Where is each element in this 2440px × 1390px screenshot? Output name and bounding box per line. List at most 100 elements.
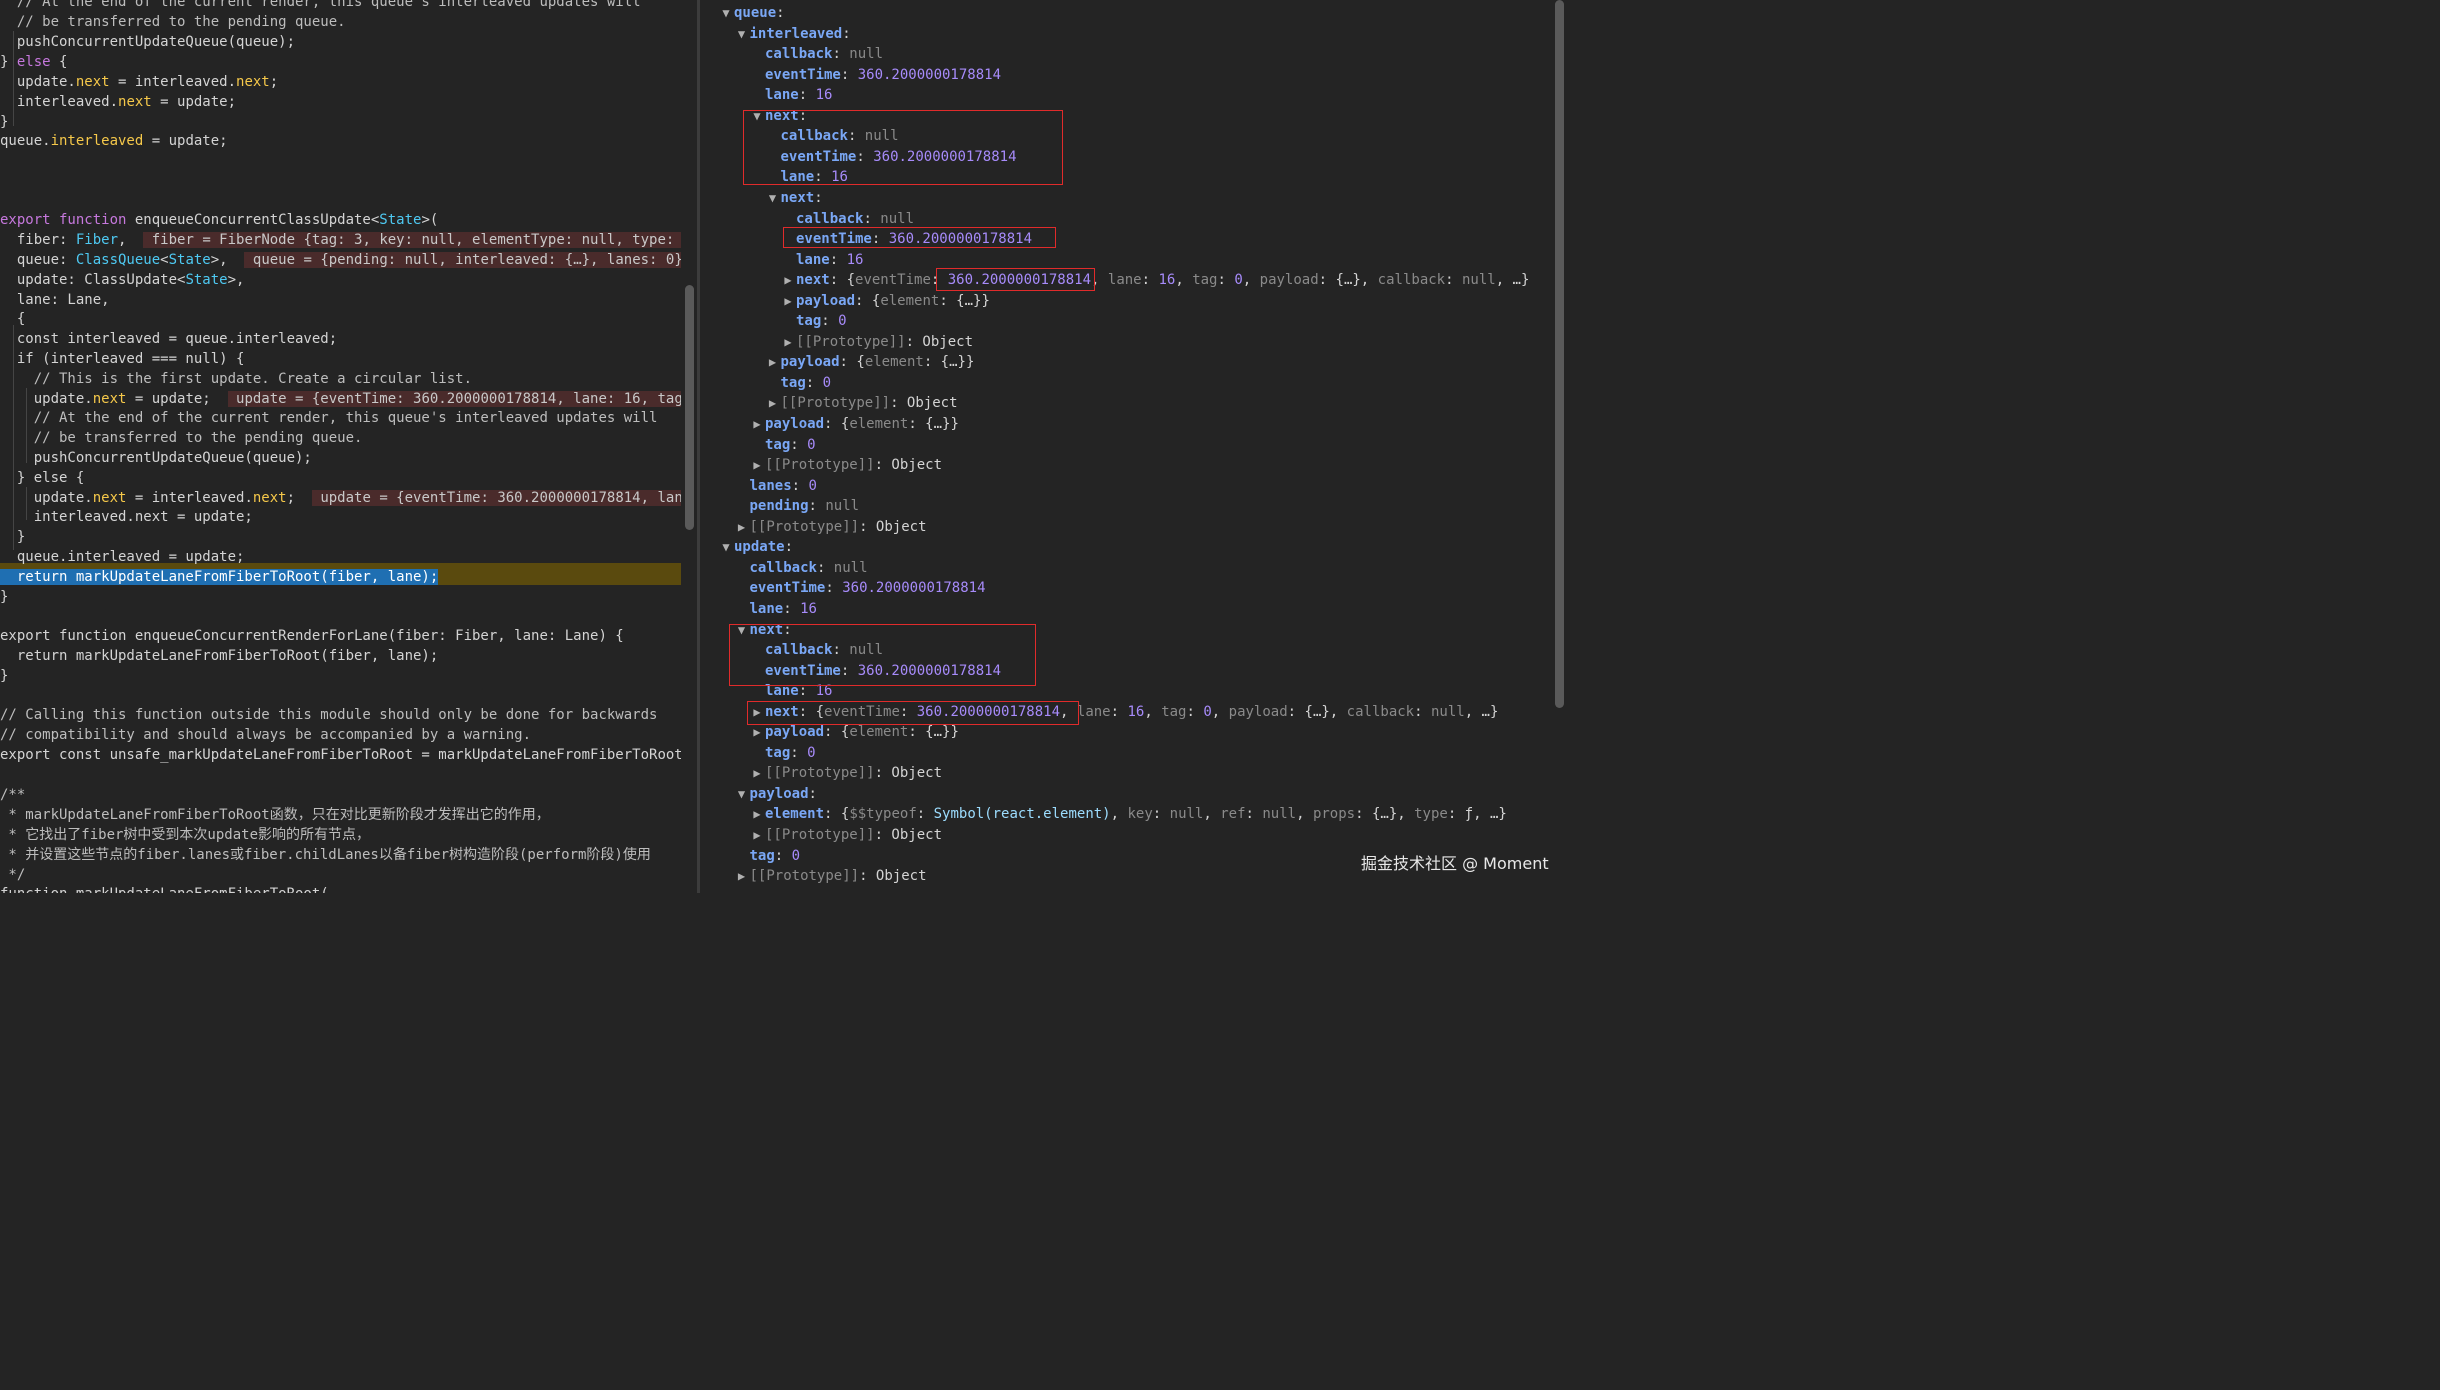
highlight-box-update-next: [729, 624, 1036, 686]
property-text: : {…}}: [939, 292, 990, 309]
property-text: ,: [1242, 272, 1260, 289]
property-text: :: [829, 251, 847, 268]
code-token: = interleaved.: [109, 74, 237, 90]
code-line: const interleaved = queue.interleaved;: [0, 329, 337, 349]
property-text: : {…}}: [908, 724, 959, 741]
property-key: callback: [749, 559, 817, 576]
scope-tree-node[interactable]: ▶ [[Prototype]]: Object: [734, 517, 927, 537]
property-text: : {…}}: [908, 416, 959, 432]
scope-tree-node[interactable]: ▶ payload: {element: {…}}: [749, 722, 959, 742]
property-value-number: 16: [846, 251, 864, 268]
property-text: :: [825, 580, 843, 597]
scope-tree-node[interactable]: ▼ queue:: [718, 3, 784, 23]
expand-right-icon[interactable]: ▶: [765, 352, 781, 372]
code-token: // be transferred to the pending queue.: [0, 430, 363, 446]
expand-down-icon[interactable]: ▼: [718, 537, 734, 557]
code-token: export function: [0, 212, 135, 228]
scope-tree-node[interactable]: ▶ [[Prototype]]: Object: [734, 866, 927, 886]
property-key: tag: [780, 374, 806, 391]
code-line: // This is the first update. Create a ci…: [0, 369, 472, 389]
property-text: element: [864, 354, 924, 371]
expand-right-icon[interactable]: ▶: [749, 763, 765, 783]
property-text: [[Prototype]]: [765, 827, 875, 843]
expand-down-icon[interactable]: ▼: [765, 188, 781, 208]
code-token: * 它找出了fiber树中受到本次update影响的所有节点，: [0, 827, 371, 843]
expand-right-icon[interactable]: ▶: [749, 825, 765, 845]
expand-right-icon[interactable]: ▶: [749, 804, 765, 824]
scope-property: tag: 0: [749, 743, 816, 763]
highlight-box-interleaved-next: [743, 110, 1063, 185]
code-token: lane: Lane,: [0, 292, 110, 308]
expand-right-icon[interactable]: ▶: [734, 517, 750, 537]
scope-tree-node[interactable]: ▶ next: {eventTime: 360.2000000178814, la…: [780, 270, 1529, 290]
code-line: interleaved.next = update;: [0, 92, 236, 112]
code-token: // compatibility and should always be ac…: [0, 727, 532, 743]
scope-tree-node[interactable]: ▶ payload: {element: {…}}: [765, 352, 975, 372]
expand-right-icon[interactable]: ▶: [780, 291, 796, 311]
property-text: :: [774, 847, 792, 864]
code-line: export function enqueueConcurrentRenderF…: [0, 626, 624, 646]
property-key: payload: [749, 785, 809, 802]
scope-tree-node[interactable]: ▶ [[Prototype]]: Object: [765, 393, 958, 413]
code-token: }: [0, 668, 9, 684]
scope-tree-node[interactable]: ▶ payload: {element: {…}}: [780, 291, 990, 311]
code-token: {: [50, 54, 68, 70]
scope-tree-node[interactable]: ▼ next:: [765, 188, 823, 208]
editor-scrollbar-thumb[interactable]: [685, 285, 694, 530]
property-key: pending: [749, 498, 809, 515]
scope-tree-node[interactable]: ▶ [[Prototype]]: Object: [749, 825, 942, 845]
scope-tree-node[interactable]: ▶ element: {$$typeof: Symbol(react.elemen…: [749, 804, 1506, 824]
code-line: } else {: [0, 468, 84, 488]
expand-right-icon[interactable]: ▶: [734, 866, 750, 886]
highlight-box-next-preview-eventtime: [936, 268, 1095, 291]
property-key: lane: [749, 600, 784, 617]
code-token: /**: [0, 787, 26, 803]
code-token: return markUpdateLaneFromFiberToRoot(fib…: [0, 648, 439, 664]
scope-tree-node[interactable]: ▶ [[Prototype]]: Object: [749, 763, 942, 783]
scope-property: tag: 0: [765, 373, 832, 393]
scope-tree-node[interactable]: ▶ payload: {element: {…}}: [749, 414, 959, 434]
expand-right-icon[interactable]: ▶: [749, 722, 765, 742]
code-token: queue.: [0, 133, 51, 149]
code-line: if (interleaved === null) {: [0, 349, 245, 369]
code-token: }: [0, 589, 9, 605]
expand-down-icon[interactable]: ▼: [734, 24, 750, 44]
property-text: : {: [824, 724, 850, 741]
scope-tree-node[interactable]: ▶ [[Prototype]]: Object: [749, 455, 942, 475]
property-text: ,: [1110, 806, 1128, 823]
scope-scrollbar-thumb[interactable]: [1555, 0, 1564, 708]
property-text: type: [1414, 806, 1448, 823]
property-value-number: 16: [815, 87, 833, 104]
scope-tree-node[interactable]: ▼ payload:: [734, 784, 817, 804]
code-token: next: [252, 490, 287, 506]
scope-tree-node[interactable]: ▶ [[Prototype]]: Object: [780, 332, 973, 352]
property-value-number: 360.2000000178814: [857, 66, 1002, 83]
expand-down-icon[interactable]: ▼: [718, 3, 734, 23]
source-code-editor[interactable]: // At the end of the current render, thi…: [0, 0, 681, 893]
scope-tree-node[interactable]: ▼ interleaved:: [734, 24, 851, 44]
code-line: * 并设置这些节点的fiber.lanes或fiber.childLanes以备…: [0, 845, 650, 865]
scope-property: callback: null: [780, 209, 914, 229]
expand-right-icon[interactable]: ▶: [780, 270, 796, 290]
expand-right-icon[interactable]: ▶: [765, 393, 781, 413]
code-token: update.: [0, 490, 93, 506]
property-text: null: [849, 46, 884, 63]
expand-right-icon[interactable]: ▶: [749, 455, 765, 475]
property-key: update: [734, 539, 785, 556]
expand-right-icon[interactable]: ▶: [780, 332, 796, 352]
property-key: queue: [734, 5, 777, 21]
expand-right-icon[interactable]: ▶: [749, 414, 765, 434]
code-token: ,: [118, 232, 144, 248]
scope-tree-node[interactable]: ▼ update:: [718, 537, 793, 557]
expand-down-icon[interactable]: ▼: [734, 784, 750, 804]
property-value-number: 0: [807, 436, 816, 453]
code-token: queue.interleaved = update;: [0, 549, 245, 565]
code-line: {: [0, 309, 25, 329]
property-key: payload: [765, 416, 825, 432]
code-line: export const unsafe_markUpdateLaneFromFi…: [0, 745, 681, 765]
